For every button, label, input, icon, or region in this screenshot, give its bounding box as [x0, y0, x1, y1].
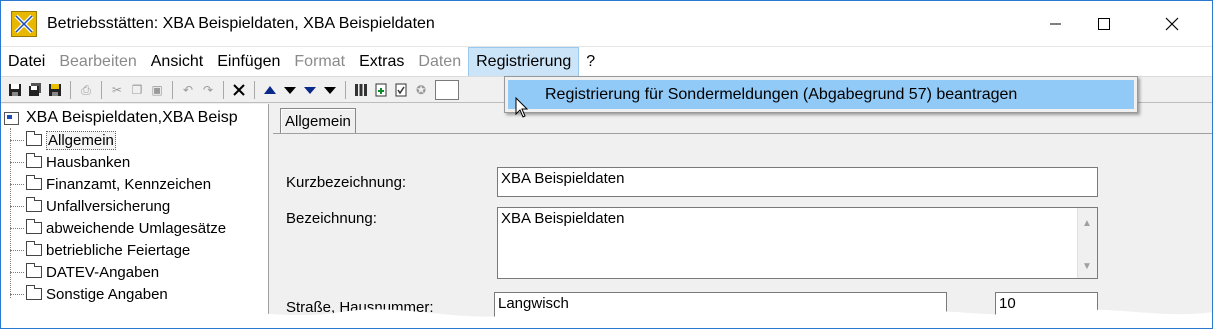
- tree-item-datev[interactable]: DATEV-Angaben: [10, 261, 159, 283]
- save-icon[interactable]: [7, 82, 23, 98]
- paste-icon[interactable]: ▣: [149, 82, 165, 98]
- kurzbezeichnung-input[interactable]: XBA Beispieldaten: [497, 167, 1098, 197]
- document-add-icon[interactable]: [373, 82, 389, 98]
- menu-extras[interactable]: Extras: [352, 47, 411, 77]
- tree-item-label: Unfallversicherung: [46, 197, 171, 215]
- menu-format[interactable]: Format: [287, 47, 352, 77]
- tab-divider: [273, 133, 1212, 134]
- tree-root[interactable]: XBA Beispieldaten,XBA Beisp: [4, 109, 238, 127]
- nav-last-icon[interactable]: [322, 82, 338, 98]
- bezeichnung-value: XBA Beispieldaten: [501, 210, 625, 227]
- toolbar-separator: [254, 80, 255, 99]
- close-button[interactable]: [1149, 1, 1195, 46]
- toolbar-separator: [172, 80, 173, 99]
- tree-item-hausbanken[interactable]: Hausbanken: [10, 151, 130, 173]
- tree-item-umlagesaetze[interactable]: abweichende Umlagesätze: [10, 217, 226, 239]
- folder-icon: [26, 131, 42, 146]
- torn-edge: [1, 309, 1212, 328]
- toolbar-combo-field[interactable]: [435, 79, 459, 100]
- columns-icon[interactable]: [353, 82, 369, 98]
- nav-next-icon[interactable]: [302, 82, 318, 98]
- menu-daten[interactable]: Daten: [411, 47, 468, 77]
- save-all-icon[interactable]: [27, 82, 43, 98]
- tree-root-label: XBA Beispieldaten,XBA Beisp: [26, 109, 238, 126]
- scroll-down-icon[interactable]: ▼: [1082, 261, 1092, 272]
- maximize-button[interactable]: [1081, 1, 1127, 46]
- undo-icon[interactable]: ↶: [180, 82, 196, 98]
- tree-item-allgemein[interactable]: Allgemein: [10, 129, 116, 151]
- copy-icon[interactable]: ❐: [129, 82, 145, 98]
- menu-bearbeiten[interactable]: Bearbeiten: [52, 47, 143, 77]
- scroll-up-icon[interactable]: ▲: [1082, 218, 1092, 229]
- bezeichnung-label: Bezeichnung:: [286, 210, 377, 227]
- nav-first-icon[interactable]: [262, 82, 278, 98]
- folder-icon: [26, 263, 42, 278]
- registrierung-dropdown-menu: Registrierung für Sondermeldungen (Abgab…: [504, 76, 1138, 113]
- toolbar-separator: [70, 80, 71, 99]
- menu-ansicht[interactable]: Ansicht: [144, 47, 210, 77]
- tree-item-feiertage[interactable]: betriebliche Feiertage: [10, 239, 190, 261]
- mouse-cursor-icon: [515, 97, 529, 118]
- menu-datei[interactable]: Datei: [1, 47, 52, 77]
- menu-item-sondermeldungen[interactable]: Registrierung für Sondermeldungen (Abgab…: [508, 80, 1134, 109]
- tree-item-label: betriebliche Feiertage: [46, 241, 191, 259]
- folder-icon: [26, 285, 42, 300]
- window-title: Betriebsstätten: XBA Beispieldaten, XBA …: [47, 14, 435, 32]
- cut-icon[interactable]: ✂: [109, 82, 125, 98]
- kurzbezeichnung-label: Kurzbezeichnung:: [286, 174, 407, 191]
- detail-panel: Allgemein Kurzbezeichnung: XBA Beispield…: [273, 104, 1212, 328]
- stamp-icon[interactable]: ✪: [413, 82, 429, 98]
- navigation-tree: XBA Beispieldaten,XBA Beisp Allgemein Ha…: [1, 104, 269, 328]
- toolbar-separator: [345, 80, 346, 99]
- folder-icon: [26, 219, 42, 234]
- bezeichnung-scrollbar[interactable]: ▲ ▼: [1077, 208, 1097, 278]
- tree-item-unfallversicherung[interactable]: Unfallversicherung: [10, 195, 170, 217]
- title-bar[interactable]: Betriebsstätten: XBA Beispieldaten, XBA …: [1, 1, 1212, 46]
- tree-item-label: Allgemein: [46, 130, 116, 150]
- minimize-button[interactable]: [1033, 1, 1079, 46]
- company-icon: [4, 111, 19, 125]
- menu-bar: Datei Bearbeiten Ansicht Einfügen Format…: [1, 46, 1212, 77]
- tree-item-label: Finanzamt, Kennzeichen: [46, 175, 212, 193]
- nav-prev-icon[interactable]: [282, 82, 298, 98]
- folder-icon: [26, 241, 42, 256]
- menu-einfuegen[interactable]: Einfügen: [210, 47, 287, 77]
- delete-icon[interactable]: [231, 82, 247, 98]
- bezeichnung-textarea[interactable]: XBA Beispieldaten ▲ ▼: [497, 207, 1098, 279]
- print-icon[interactable]: ⎙: [78, 82, 94, 98]
- tab-allgemein[interactable]: Allgemein: [280, 108, 356, 134]
- save-close-icon[interactable]: [47, 82, 63, 98]
- application-window: Betriebsstätten: XBA Beispieldaten, XBA …: [0, 0, 1213, 329]
- tree-item-label: abweichende Umlagesätze: [46, 219, 227, 237]
- tree-item-label: DATEV-Angaben: [46, 263, 160, 281]
- tree-item-label: Hausbanken: [46, 153, 131, 171]
- folder-icon: [26, 197, 42, 212]
- folder-icon: [26, 175, 42, 190]
- redo-icon[interactable]: ↷: [200, 82, 216, 98]
- checklist-icon[interactable]: [393, 82, 409, 98]
- folder-icon: [26, 153, 42, 168]
- menu-registrierung[interactable]: Registrierung: [468, 46, 580, 77]
- app-logo-icon: [11, 10, 37, 37]
- toolbar-separator: [223, 80, 224, 99]
- menu-help[interactable]: ?: [579, 47, 602, 77]
- toolbar-separator: [101, 80, 102, 99]
- tree-item-finanzamt[interactable]: Finanzamt, Kennzeichen: [10, 173, 211, 195]
